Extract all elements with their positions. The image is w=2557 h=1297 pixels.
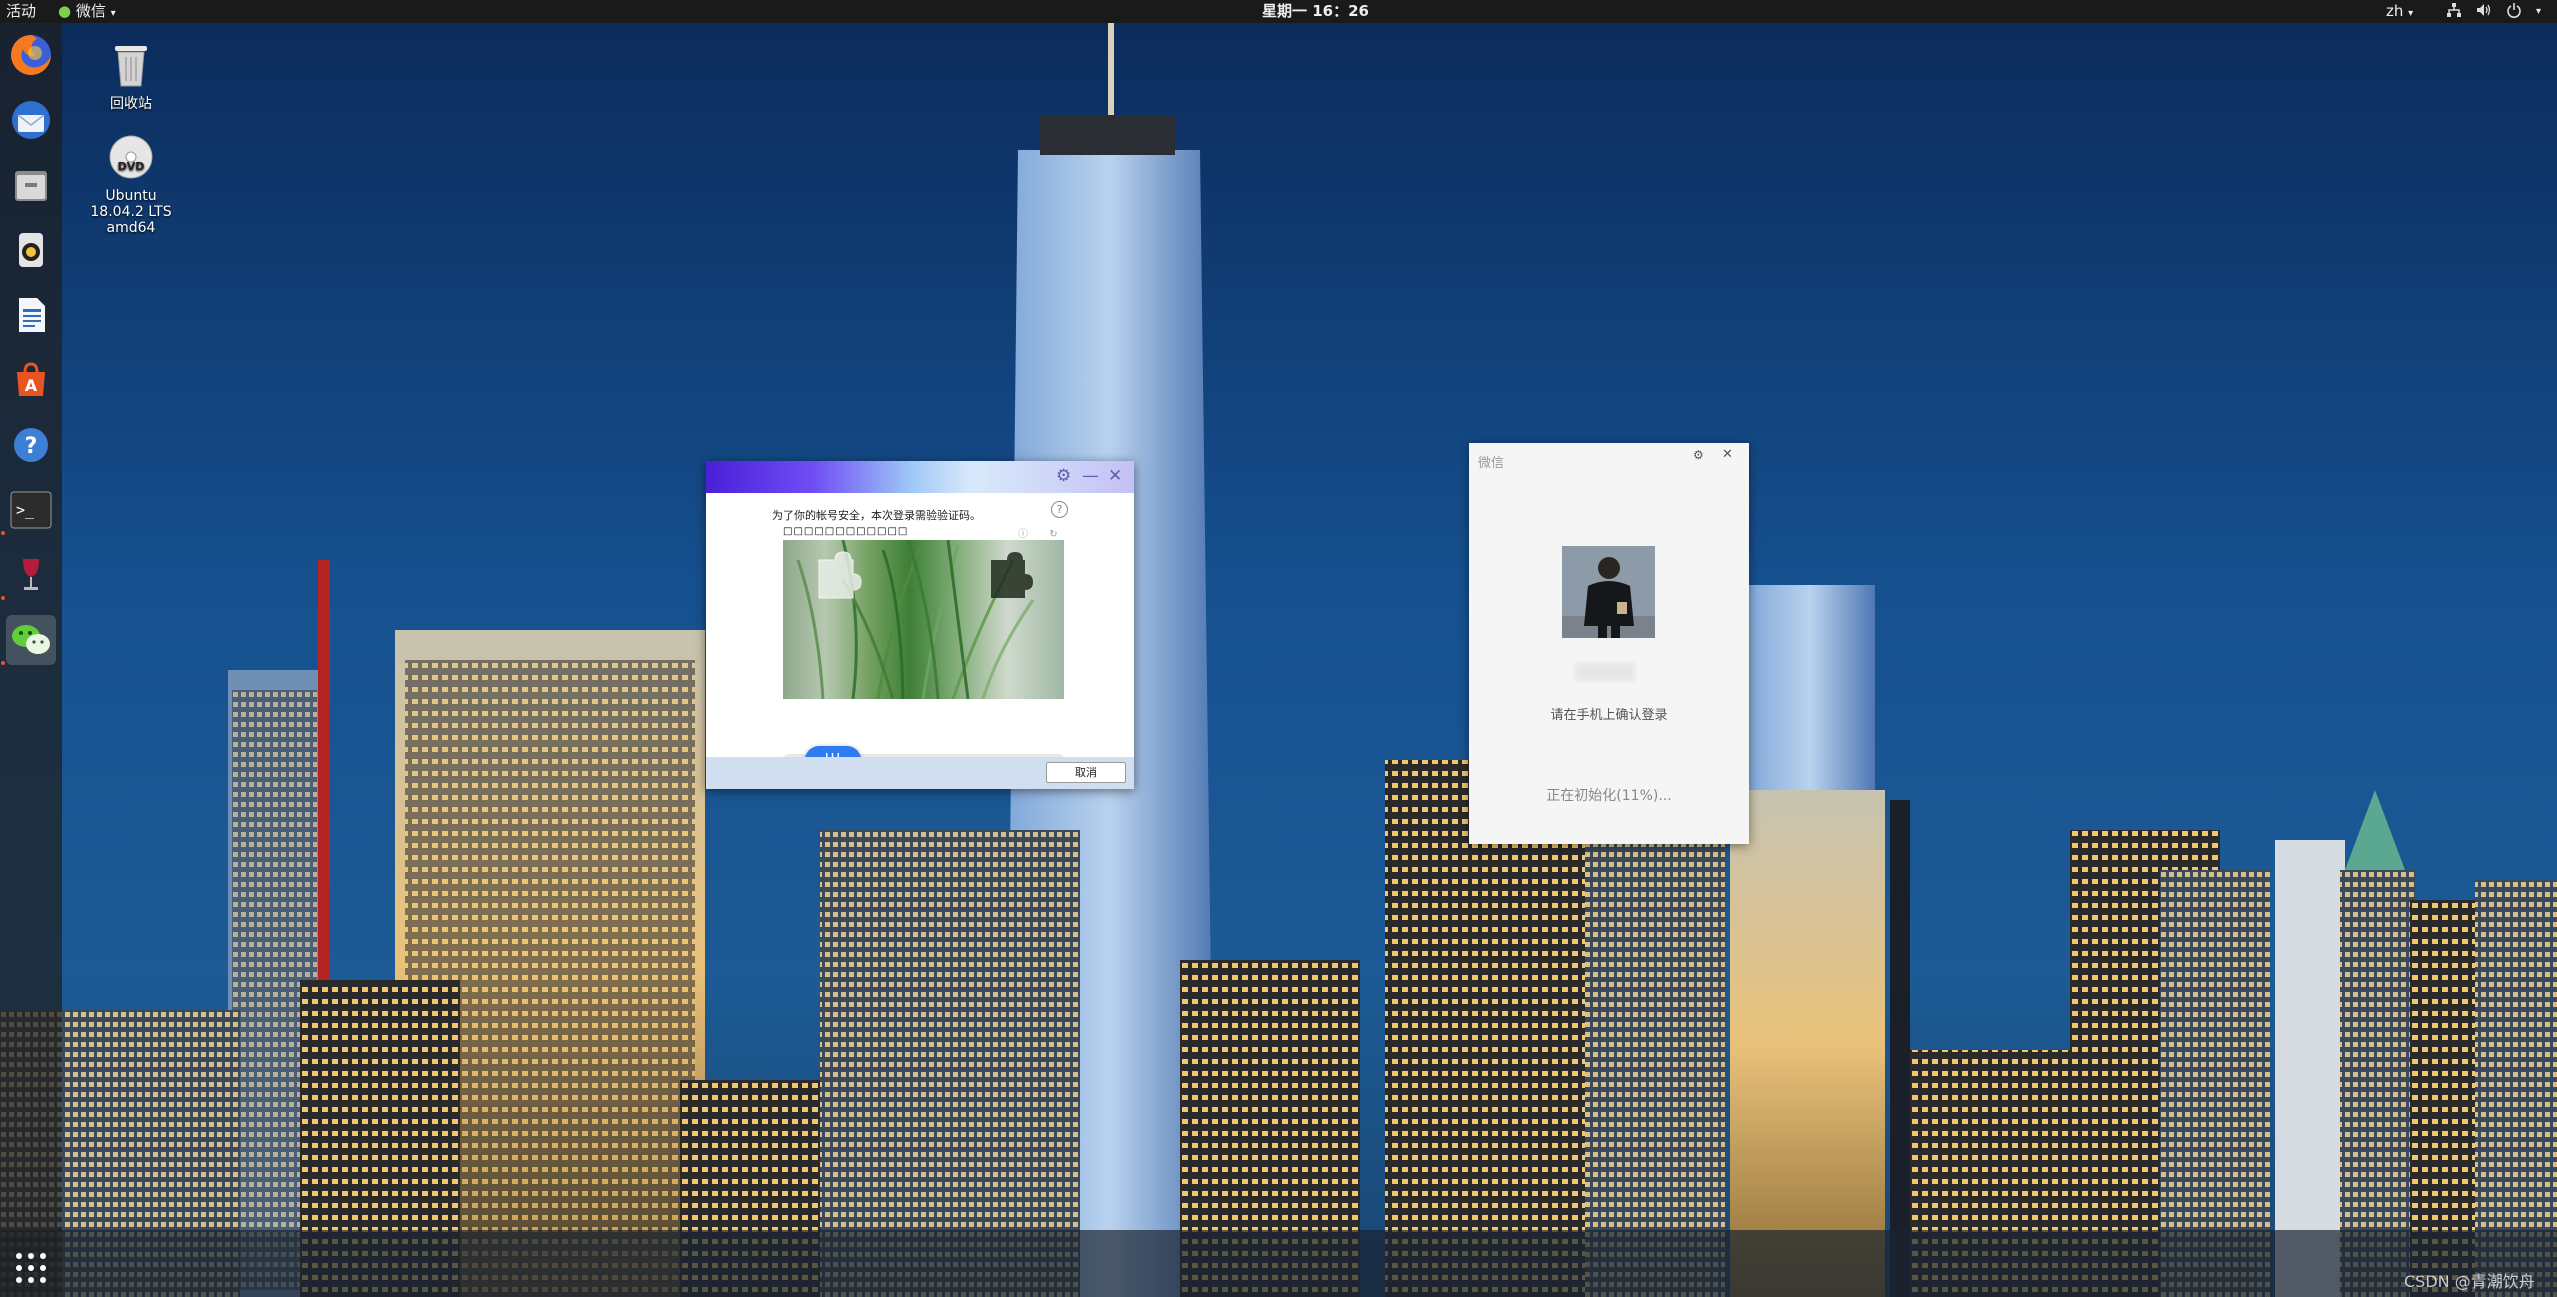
trash-icon [76,40,186,92]
captcha-body: 为了你的帐号安全，本次登录需验验证码。 ? □□□□□□□□□□□□ ⓘ ↻ [706,493,1134,774]
app-menu[interactable]: ● 微信 ▾ [58,2,116,23]
confirm-login-text: 请在手机上确认登录 [1550,708,1668,723]
window-title: 微信 [1478,456,1505,471]
puzzle-piece-source [818,551,862,599]
captcha-footer: 取消 [706,757,1134,789]
running-indicator [1,596,5,600]
svg-text:?: ? [25,434,38,459]
watermark: CSDN @青潮饮舟 [2404,1272,2535,1291]
captcha-dialog: ⚙ — ✕ 为了你的帐号安全，本次登录需验验证码。 ? □□□□□□□□□□□□… [706,461,1134,789]
help-icon[interactable]: ? [1051,501,1068,518]
dvd-icon: DVD [76,134,186,184]
input-language-menu[interactable]: zh ▾ [2386,2,2413,23]
show-applications-icon[interactable] [6,1243,56,1293]
software-center-icon[interactable]: A [6,355,56,405]
avatar [1562,546,1655,638]
system-tray[interactable]: ▾ [2446,2,2541,23]
terminal-icon[interactable]: >_ [6,485,56,535]
rhythmbox-icon[interactable] [6,225,56,275]
info-icon[interactable]: ⓘ [1018,529,1028,540]
running-indicator [1,661,5,665]
refresh-icon[interactable]: ↻ [1049,529,1057,540]
puzzle-slot [991,552,1033,598]
cancel-button[interactable]: 取消 [1046,762,1126,783]
chevron-down-icon: ▾ [2408,8,2414,19]
captcha-titlebar[interactable]: ⚙ — ✕ [706,461,1134,493]
puzzle-tools: ⓘ ↻ [1018,525,1058,540]
settings-icon[interactable]: ⚙ [1693,448,1704,462]
init-status: 正在初始化(11%)... [1546,788,1672,804]
help-icon[interactable]: ? [6,420,56,470]
trash-label: 回收站 [110,96,152,112]
network-icon [2446,2,2462,23]
top-panel: 活动 ● 微信 ▾ 星期一 16：26 zh ▾ ▾ [0,0,2557,23]
wechat-small-icon: ● [58,2,72,20]
libreoffice-writer-icon[interactable] [6,290,56,340]
chevron-down-icon: ▾ [110,8,116,19]
captcha-prompt: 为了你的帐号安全，本次登录需验验证码。 [772,509,981,522]
svg-text:DVD: DVD [118,160,145,173]
thunderbird-icon[interactable] [6,95,56,145]
puzzle-hint: □□□□□□□□□□□□ [783,526,909,537]
wechat-login-window: 微信 ⚙ ✕ 请在手机上确认登录 正在初始化(11%)... [1469,443,1749,844]
wine-icon[interactable] [6,550,56,600]
puzzle-image [783,540,1064,699]
chevron-down-icon: ▾ [2536,6,2542,17]
close-icon[interactable]: ✕ [1722,447,1733,462]
app-menu-label: 微信 [75,2,106,20]
close-icon[interactable]: ✕ [1108,467,1122,485]
svg-text:>_: >_ [16,501,35,519]
wechat-icon[interactable] [6,615,56,665]
dvd-desktop-icon[interactable]: DVD Ubuntu 18.04.2 LTS amd64 [76,134,186,236]
dvd-label-line2: 18.04.2 LTS [90,204,172,220]
activities-button[interactable]: 活动 [6,2,36,21]
language-label: zh [2386,2,2404,20]
power-icon [2506,2,2522,23]
files-icon[interactable] [6,160,56,210]
trash-desktop-icon[interactable]: 回收站 [76,40,186,112]
running-indicator [1,531,5,535]
dvd-label-line1: Ubuntu [105,188,157,204]
minimize-icon[interactable]: — [1082,467,1099,485]
settings-icon[interactable]: ⚙ [1056,467,1071,485]
dvd-label-line3: amd64 [106,220,156,236]
nickname-blurred [1575,663,1635,681]
firefox-icon[interactable] [6,30,56,80]
clock[interactable]: 星期一 16：26 [1262,2,1369,21]
svg-text:A: A [25,376,38,395]
dock: A ? >_ [0,23,62,1297]
volume-icon [2476,2,2492,23]
desktop-wallpaper [0,0,2557,1297]
